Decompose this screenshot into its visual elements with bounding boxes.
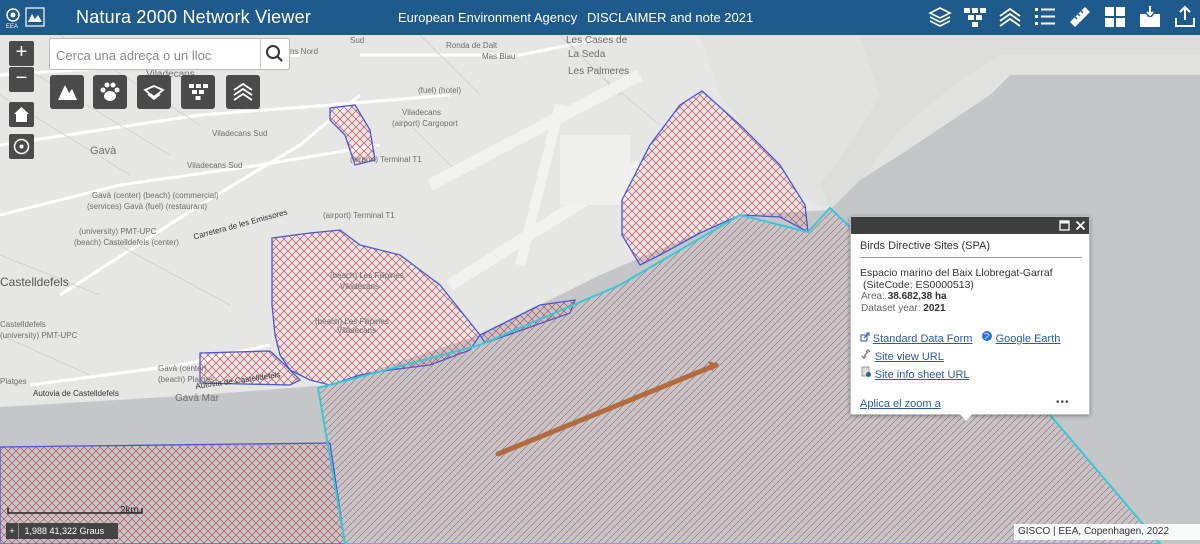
layers-icon[interactable] <box>927 4 953 30</box>
external-link-icon <box>860 332 870 342</box>
standard-data-form-link[interactable]: Standard Data Form <box>860 332 975 345</box>
site-info-sheet-link[interactable]: Site info sheet URL <box>860 366 970 381</box>
standard-data-form-label: Standard Data Form <box>872 333 973 345</box>
map-label: (airport) Terminal T1 <box>323 211 395 220</box>
map-label: Viladecans <box>402 108 441 117</box>
map-label: (airport) Cargoport <box>392 119 458 128</box>
map-label: Sud <box>350 36 365 45</box>
year-value: 2021 <box>923 303 946 314</box>
map-label: (beach) Les Filipines <box>315 317 389 326</box>
species-icon <box>100 82 120 101</box>
home-button[interactable] <box>9 102 34 127</box>
eea-logo: EEA <box>6 7 45 30</box>
map-label: Castelldefels <box>0 320 46 329</box>
popup-titlebar <box>851 217 1089 234</box>
google-earth-link[interactable]: Google Earth <box>981 331 1061 345</box>
close-icon[interactable] <box>1075 220 1086 231</box>
more-options-button[interactable]: ••• <box>1056 397 1070 408</box>
zoom-in-button[interactable]: + <box>9 41 34 66</box>
area-value: 38.682,38 ha <box>887 291 947 302</box>
map-label: Gavà (center) <box>158 364 207 373</box>
search-icon <box>266 45 283 62</box>
area-label: Area: <box>861 291 885 302</box>
map-label: (beach) Castelldefels (center) <box>74 238 179 247</box>
map-label: Mas Blau <box>482 52 516 61</box>
map-label: (airport) Terminal T1 <box>350 155 422 164</box>
eea-link[interactable]: European Environment Agency <box>398 10 577 25</box>
map-label: Viladecans <box>337 326 376 335</box>
locate-icon <box>13 138 30 155</box>
map-label: ns Nord <box>290 47 319 56</box>
map-label: Viladecans <box>340 282 379 291</box>
app-header: EEA Natura 2000 Network Viewer European … <box>0 0 1200 35</box>
search-input[interactable] <box>54 43 258 67</box>
legend-icon[interactable] <box>1032 4 1058 30</box>
site-view-url-link[interactable]: Site view URL <box>860 349 944 363</box>
globe-icon <box>981 331 992 341</box>
map-label: (services) Gavà (fuel) (restaurant) <box>87 202 208 211</box>
map-label: Les Palmeres <box>568 66 630 77</box>
google-earth-label: Google Earth <box>995 333 1061 345</box>
map-label: Autovia de Castelldefels <box>33 389 119 398</box>
export-icon[interactable] <box>1137 4 1163 30</box>
logo-text: EEA <box>6 24 18 30</box>
site-code: (SiteCode: ES0000513) <box>863 279 974 291</box>
map-label: Viladecans Sud <box>212 129 268 138</box>
scalebar-label: 2km <box>120 505 139 516</box>
species-filter-button[interactable] <box>93 75 127 109</box>
share-icon[interactable] <box>1172 4 1198 30</box>
map-label: Platges <box>0 377 27 386</box>
gallery-icon[interactable] <box>1102 4 1128 30</box>
site-info-sheet-label: Site info sheet URL <box>874 369 970 381</box>
map-label: Les Cases de <box>566 35 628 46</box>
map-label: Viladecans Sud <box>187 161 243 170</box>
marine-icon <box>233 82 253 101</box>
bird-filter-button[interactable] <box>137 75 171 109</box>
measure-icon[interactable] <box>1067 4 1093 30</box>
map-label: Castelldefels <box>0 275 69 289</box>
site-view-url-label: Site view URL <box>874 351 944 363</box>
sites-icon[interactable] <box>962 4 988 30</box>
map-attribution: GISCO | EEA, Copenhagen, 2022 <box>1014 524 1200 540</box>
map-label: Gavà (center) (beach) (commercial) <box>92 191 219 200</box>
site-name: Espacio marino del Baix Llobregat-Garraf <box>860 267 1053 279</box>
map-label: Gavà Mar <box>175 393 219 404</box>
app-title: Natura 2000 Network Viewer <box>76 7 311 27</box>
link-icon <box>861 349 871 359</box>
site-icon <box>189 84 208 100</box>
feature-popup: Birds Directive Sites (SPA) Espacio mari… <box>850 216 1090 415</box>
map-label: (beach) Les Filipines <box>330 271 404 280</box>
search-box <box>49 38 290 70</box>
home-icon <box>14 107 29 122</box>
coordinate-toggle-button[interactable]: + <box>6 523 19 539</box>
map-label: Gavà <box>90 145 117 157</box>
map-label: (university) PMT-UPC <box>0 331 78 340</box>
coordinate-text: 1,988 41,322 Graus <box>24 526 105 536</box>
popup-title: Birds Directive Sites (SPA) <box>860 240 1082 258</box>
maximize-icon[interactable] <box>1059 220 1070 231</box>
map-label: (fuel) (hotel) <box>418 86 462 95</box>
map-label: (university) PMT-UPC <box>79 227 157 236</box>
search-button[interactable] <box>260 39 289 69</box>
site-filter-button[interactable] <box>181 75 215 109</box>
map-label: La Seda <box>568 49 606 60</box>
disclaimer-link[interactable]: DISCLAIMER and note 2021 <box>587 10 753 25</box>
zoom-out-button[interactable]: − <box>9 67 34 92</box>
habitat-filter-button[interactable] <box>50 75 84 109</box>
marine-filter-button[interactable] <box>226 75 260 109</box>
bird-icon <box>143 85 165 101</box>
info-sheet-icon <box>861 366 871 377</box>
locate-button[interactable] <box>9 134 34 159</box>
habitat-icon <box>58 85 77 100</box>
map-label: Ronda de Dalt <box>446 41 498 50</box>
popup-pointer <box>958 412 974 421</box>
year-label: Dataset year: <box>861 303 921 314</box>
basemap-icon[interactable] <box>997 4 1023 30</box>
coordinate-display: + 1,988 41,322 Graus <box>6 523 118 539</box>
zoom-to-link[interactable]: Aplica el zoom a <box>860 398 941 410</box>
